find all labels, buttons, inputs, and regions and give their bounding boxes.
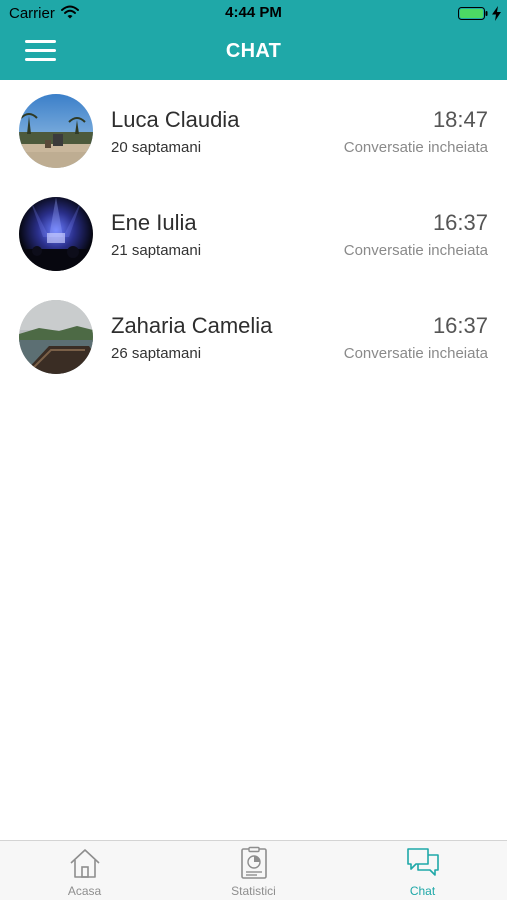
charging-bolt-icon [492, 6, 501, 21]
chat-list: Luca Claudia 20 saptamani 18:47 Conversa… [0, 80, 507, 389]
tab-chat[interactable]: Chat [338, 841, 507, 900]
tab-label: Statistici [231, 884, 276, 898]
chat-time: 18:47 [432, 107, 488, 132]
home-icon [70, 849, 100, 878]
chat-icon [407, 848, 439, 876]
chat-status: Conversatie incheiata [343, 345, 488, 362]
status-bar: Carrier 4:44 PM [0, 0, 507, 28]
chat-row-luca-claudia[interactable]: Luca Claudia 20 saptamani 18:47 Conversa… [0, 80, 507, 183]
beach-photo-avatar [19, 94, 93, 168]
contact-weeks: 20 saptamani [111, 139, 202, 156]
chat-row-ene-iulia[interactable]: Ene Iulia 21 saptamani 16:37 Conversatie… [0, 183, 507, 286]
avatar [19, 197, 93, 271]
contact-name: Zaharia Camelia [111, 313, 273, 338]
chat-time: 16:37 [432, 210, 488, 235]
boat-photo-avatar [19, 300, 93, 374]
tab-bar: Acasa Statistici Chat [0, 840, 507, 900]
concert-photo-avatar [19, 197, 93, 271]
contact-weeks: 26 saptamani [111, 345, 202, 362]
tab-label: Acasa [67, 884, 102, 898]
tab-label: Chat [409, 884, 436, 898]
stats-icon [241, 846, 267, 879]
tab-acasa[interactable]: Acasa [0, 841, 169, 900]
chat-time: 16:37 [432, 313, 488, 338]
status-time: 4:44 PM [225, 4, 282, 21]
tab-statistici[interactable]: Statistici [169, 841, 338, 900]
header: Carrier 4:44 PM CHAT [0, 0, 507, 80]
avatar [19, 94, 93, 168]
chat-status: Conversatie incheiata [343, 139, 488, 156]
avatar [19, 300, 93, 374]
battery-icon [458, 7, 488, 20]
contact-weeks: 21 saptamani [111, 242, 202, 259]
chat-row-zaharia-camelia[interactable]: Zaharia Camelia 26 saptamani 16:37 Conve… [0, 286, 507, 389]
page-title: CHAT [225, 40, 282, 62]
contact-name: Luca Claudia [111, 107, 240, 132]
chat-status: Conversatie incheiata [343, 242, 488, 259]
contact-name: Ene Iulia [111, 210, 197, 235]
